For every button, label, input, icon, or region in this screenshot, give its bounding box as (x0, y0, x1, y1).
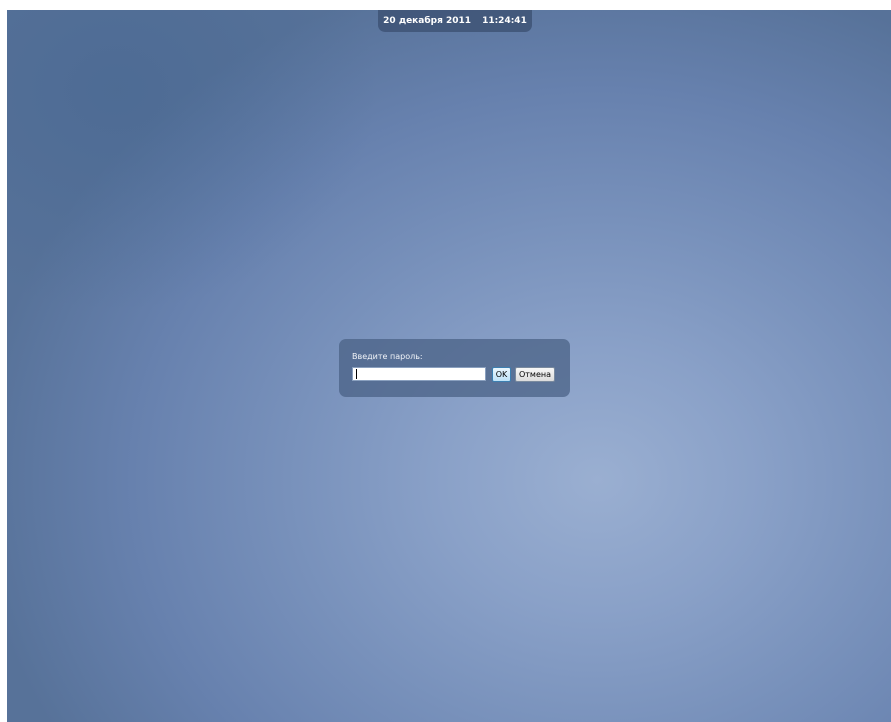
text-caret (356, 369, 357, 379)
time-label: 11:24:41 (482, 16, 527, 26)
password-dialog: Введите пароль: OK Отмена (339, 339, 570, 397)
date-time-bar: 20 декабря 2011 11:24:41 (378, 10, 532, 32)
ok-button[interactable]: OK (492, 367, 511, 382)
password-input[interactable] (352, 367, 486, 381)
lock-screen: 20 декабря 2011 11:24:41 Введите пароль: … (7, 10, 891, 722)
date-label: 20 декабря 2011 (383, 16, 472, 26)
cancel-button[interactable]: Отмена (515, 367, 555, 382)
password-prompt: Введите пароль: (352, 352, 423, 361)
